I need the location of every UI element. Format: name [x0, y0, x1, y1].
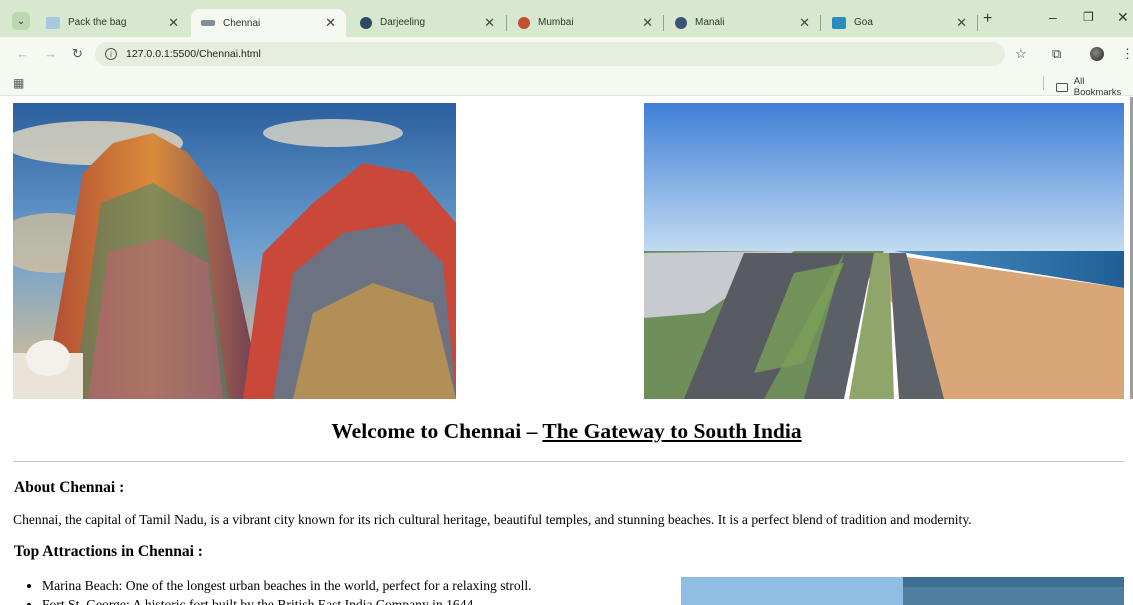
close-icon[interactable]: ✕ — [956, 15, 967, 31]
profile-avatar[interactable] — [1090, 47, 1104, 61]
bookmarks-separator — [1043, 76, 1044, 90]
info-icon[interactable]: i — [105, 48, 117, 60]
tab-label: Mumbai — [538, 17, 574, 28]
browser-toolbar: ← → ↻ i 127.0.0.1:5500/Chennai.html ☆ ⧉ … — [0, 37, 1133, 71]
arrow-right-icon[interactable]: → — [44, 46, 57, 61]
tab-search-button[interactable]: ⌄ — [12, 12, 30, 30]
close-icon[interactable]: ✕ — [325, 15, 336, 31]
arrow-left-icon[interactable]: ← — [16, 46, 29, 61]
page-title: Welcome to Chennai – The Gateway to Sout… — [0, 419, 1133, 444]
list-item: Fort St. George: A historic fort built b… — [42, 597, 532, 605]
tab-manali[interactable]: Manali ✕ — [665, 8, 820, 37]
all-bookmarks-button[interactable]: All Bookmarks — [1056, 76, 1133, 98]
page-content: Welcome to Chennai – The Gateway to Sout… — [0, 97, 1133, 605]
tab-favicon-icon — [360, 16, 372, 29]
marina-beach-graphic — [644, 103, 1124, 399]
attractions-list: Marina Beach: One of the longest urban b… — [42, 578, 532, 605]
tab-favicon-icon — [46, 16, 60, 29]
browser-tab-strip: ⌄ Pack the bag ✕ Chennai ✕ Darjeeling ✕ … — [0, 0, 1133, 37]
tab-chennai[interactable]: Chennai ✕ — [191, 9, 346, 37]
tab-separator — [506, 15, 507, 31]
apps-grid-icon[interactable]: ▦ — [13, 76, 24, 90]
list-item: Marina Beach: One of the longest urban b… — [42, 578, 532, 594]
temple-image — [13, 103, 456, 399]
tab-mumbai[interactable]: Mumbai ✕ — [508, 8, 663, 37]
tab-favicon-icon — [832, 16, 846, 29]
tab-separator — [977, 15, 978, 31]
tab-label: Chennai — [223, 17, 261, 29]
tab-separator — [663, 15, 664, 31]
tab-pack-the-bag[interactable]: Pack the bag ✕ — [36, 8, 189, 37]
minimize-icon[interactable]: – — [1049, 9, 1057, 25]
temple-image-graphic — [13, 103, 456, 399]
bookmarks-bar: ▦ All Bookmarks — [0, 71, 1133, 98]
restore-icon[interactable]: ❐ — [1083, 10, 1094, 24]
marina-beach-image — [644, 103, 1124, 399]
close-window-icon[interactable]: ✕ — [1117, 9, 1129, 26]
tab-favicon-icon — [675, 16, 687, 29]
address-url[interactable]: 127.0.0.1:5500/Chennai.html — [126, 48, 261, 60]
tab-favicon-icon — [518, 16, 530, 29]
about-paragraph: Chennai, the capital of Tamil Nadu, is a… — [13, 512, 972, 527]
attractions-image — [681, 577, 1124, 605]
folder-icon — [1056, 82, 1068, 92]
all-bookmarks-label: All Bookmarks — [1073, 76, 1122, 98]
divider — [13, 461, 1124, 462]
new-tab-button[interactable]: + — [983, 10, 992, 28]
close-icon[interactable]: ✕ — [168, 15, 179, 31]
chevron-down-icon: ⌄ — [16, 15, 26, 27]
attractions-image-graphic — [681, 577, 1124, 605]
about-heading: About Chennai : — [14, 479, 125, 496]
address-bar[interactable]: i 127.0.0.1:5500/Chennai.html — [95, 42, 1005, 66]
tab-label: Manali — [695, 17, 725, 28]
close-icon[interactable]: ✕ — [799, 15, 810, 31]
tab-label: Darjeeling — [380, 17, 426, 28]
tab-goa[interactable]: Goa ✕ — [822, 8, 977, 37]
close-icon[interactable]: ✕ — [484, 15, 495, 31]
close-icon[interactable]: ✕ — [642, 15, 653, 31]
page-title-text: Welcome to Chennai – — [331, 419, 543, 443]
puzzle-icon[interactable]: ⧉ — [1052, 46, 1061, 62]
tab-favicon-icon — [201, 20, 215, 26]
kebab-menu-icon[interactable]: ⋮ — [1121, 46, 1133, 62]
reload-icon[interactable]: ↻ — [72, 46, 83, 62]
tab-label: Pack the bag — [68, 17, 127, 28]
attractions-heading: Top Attractions in Chennai : — [14, 543, 203, 560]
star-icon[interactable]: ☆ — [1015, 46, 1027, 62]
tab-label: Goa — [854, 17, 873, 28]
tab-darjeeling[interactable]: Darjeeling ✕ — [350, 8, 505, 37]
tab-separator — [820, 15, 821, 31]
page-title-link[interactable]: The Gateway to South India — [542, 419, 801, 443]
